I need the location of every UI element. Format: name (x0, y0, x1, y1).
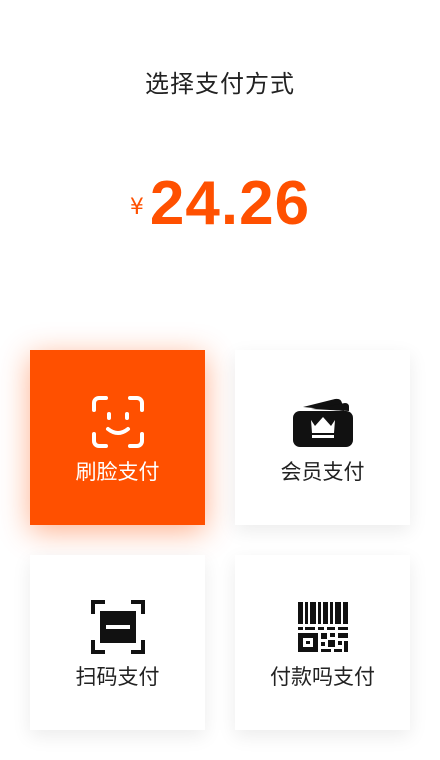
face-scan-icon (86, 394, 150, 450)
scan-pay-label: 扫码支付 (75, 665, 160, 689)
member-pay-label: 会员支付 (280, 460, 365, 484)
member-wallet-icon (291, 394, 355, 450)
scan-code-icon (86, 599, 150, 655)
currency-symbol: ¥ (129, 195, 144, 220)
qr-code-icon (291, 599, 355, 655)
page-title: 选择支付方式 (145, 70, 295, 98)
payment-method-grid: 刷脸支付 会员支付 扫码支付 付款吗支付 (30, 350, 410, 730)
payment-amount: ¥24.26 (0, 168, 440, 239)
face-pay-label: 刷脸支付 (75, 460, 160, 484)
payment-code-option[interactable]: 付款吗支付 (235, 555, 410, 730)
payment-code-label: 付款吗支付 (270, 665, 375, 689)
amount-value: 24.26 (149, 169, 311, 238)
scan-pay-option[interactable]: 扫码支付 (30, 555, 205, 730)
member-pay-option[interactable]: 会员支付 (235, 350, 410, 525)
face-pay-option[interactable]: 刷脸支付 (30, 350, 205, 525)
